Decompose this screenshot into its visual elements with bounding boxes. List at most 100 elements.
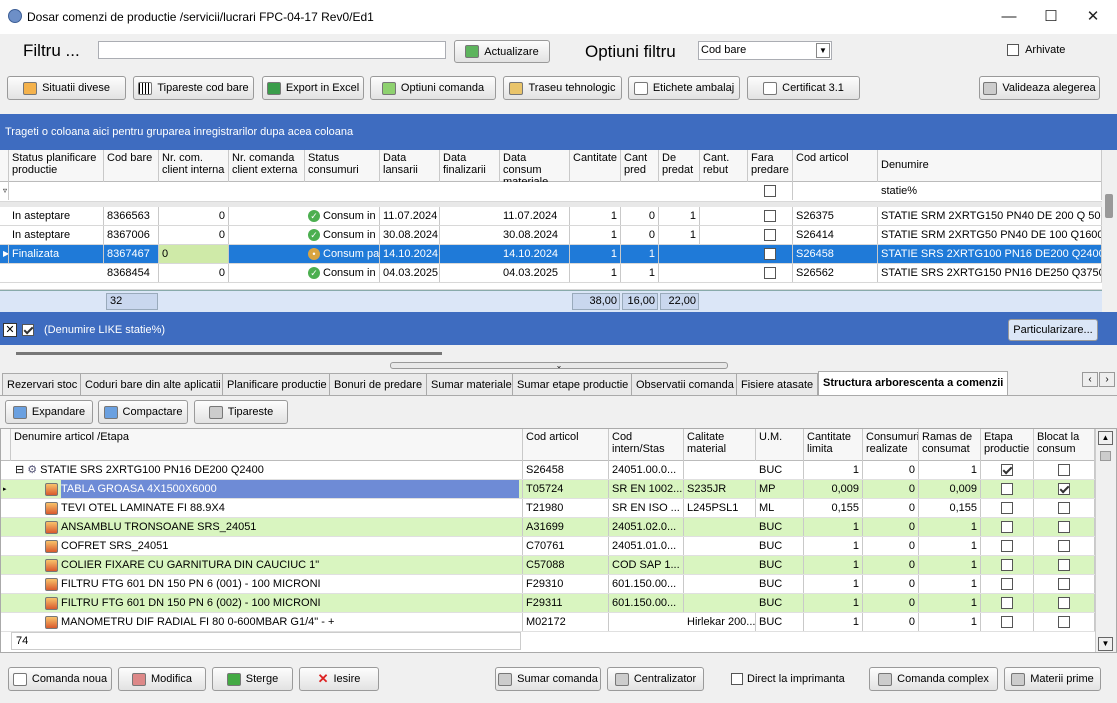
tree-row[interactable]: FILTRU FTG 601 DN 150 PN 6 (001) - 100 M… [1, 575, 1095, 594]
table-row-selected[interactable]: ▶ Finalizata 8367467 0 • Consum pa 14.10.… [0, 245, 1102, 264]
validate-button[interactable]: Valideaza alegerea [979, 76, 1100, 100]
export-excel-button[interactable]: Export in Excel [262, 76, 364, 100]
archived-check[interactable] [1007, 44, 1019, 57]
fara-predare-check[interactable] [764, 248, 776, 261]
col-header[interactable]: Cant. rebut [700, 150, 748, 182]
centralizer-button[interactable]: Centralizator [607, 667, 704, 691]
filter-enabled-check[interactable] [22, 324, 34, 337]
expand-button[interactable]: Expandare [5, 400, 93, 424]
blocat-check[interactable] [1058, 578, 1070, 591]
tree-row[interactable]: COLIER FIXARE CU GARNITURA DIN CAUCIUC 1… [1, 556, 1095, 575]
blocat-check[interactable] [1058, 464, 1070, 477]
tree-col-header[interactable]: Cod articol [523, 429, 609, 461]
col-header[interactable]: Status consumuri [305, 150, 380, 182]
tab-planificare[interactable]: Planificare productie [222, 373, 332, 395]
col-header[interactable]: Data lansarii [380, 150, 440, 182]
col-header[interactable]: Nr. comanda client externa [229, 150, 305, 182]
splitter-handle[interactable]: ⌄ [390, 362, 728, 370]
blocat-check[interactable] [1058, 540, 1070, 553]
clear-filter-icon[interactable]: ✕ [3, 323, 17, 337]
etapa-check[interactable] [1001, 616, 1013, 629]
tab-prev-icon[interactable]: ‹ [1082, 372, 1098, 387]
col-header[interactable]: Denumire [878, 150, 1102, 182]
tree-print-button[interactable]: Tipareste [194, 400, 288, 424]
scroll-up-icon[interactable]: ▲ [1098, 431, 1113, 445]
tree-col-header[interactable]: Calitate material [684, 429, 756, 461]
scroll-thumb[interactable] [1105, 194, 1113, 218]
col-header[interactable]: Cod articol [793, 150, 878, 182]
col-header[interactable]: Nr. com. client interna [159, 150, 229, 182]
tree-scrollbar[interactable]: ▲ ▼ [1095, 429, 1116, 652]
complex-order-button[interactable]: Comanda complex [869, 667, 998, 691]
tab-next-icon[interactable]: › [1099, 372, 1115, 387]
tree-row[interactable]: ANSAMBLU TRONSOANE SRS_24051 A31699 24051.… [1, 518, 1095, 537]
order-summary-button[interactable]: Sumar comanda [495, 667, 601, 691]
blocat-check[interactable] [1058, 559, 1070, 572]
modify-button[interactable]: Modifica [118, 667, 206, 691]
tab-observatii[interactable]: Observatii comanda [631, 373, 739, 395]
tree-col-header[interactable]: Etapa productie [981, 429, 1034, 461]
tab-coduri[interactable]: Coduri bare din alte aplicatii [80, 373, 226, 395]
exit-button[interactable]: ✕ Iesire [299, 667, 379, 691]
raw-materials-button[interactable]: Materii prime [1004, 667, 1101, 691]
filter-input[interactable] [98, 41, 446, 59]
tree-col-header[interactable]: Blocat la consum [1034, 429, 1095, 461]
tree-col-header[interactable]: Cantitate limita [804, 429, 863, 461]
table-row[interactable]: 8368454 0 ✓ Consum in 04.03.2025 04.03.20… [0, 264, 1102, 283]
table-row[interactable]: In asteptare 8367006 0 ✓ Consum in 30.08.… [0, 226, 1102, 245]
etapa-check[interactable] [1001, 502, 1013, 515]
close-button[interactable]: ✕ [1070, 4, 1116, 30]
tree-row[interactable]: TEVI OTEL LAMINATE FI 88.9X4 T21980 SR EN … [1, 499, 1095, 518]
direct-print-checkbox[interactable]: Direct la imprimanta [731, 673, 845, 686]
blocat-check[interactable] [1058, 483, 1070, 496]
blocat-check[interactable] [1058, 521, 1070, 534]
tree-col-header[interactable]: Cod intern/Stas [609, 429, 684, 461]
tree-col-header[interactable]: Denumire articol /Etapa [11, 429, 523, 461]
fara-predare-check[interactable] [764, 229, 776, 242]
etapa-check[interactable] [1001, 483, 1013, 496]
tab-fisiere[interactable]: Fisiere atasate [736, 373, 819, 395]
etapa-check[interactable] [1001, 559, 1013, 572]
chevron-down-icon[interactable]: ▼ [816, 43, 830, 58]
etapa-check[interactable] [1001, 578, 1013, 591]
fara-predare-check[interactable] [764, 210, 776, 223]
col-header[interactable]: De predat [659, 150, 700, 182]
etapa-check[interactable] [1001, 521, 1013, 534]
tree-row[interactable]: FILTRU FTG 601 DN 150 PN 6 (002) - 100 M… [1, 594, 1095, 613]
scroll-thumb[interactable] [1100, 451, 1111, 461]
archived-checkbox[interactable]: Arhivate [1007, 44, 1065, 57]
minimize-button[interactable]: — [986, 4, 1032, 30]
tab-rezervari[interactable]: Rezervari stoc [2, 373, 83, 395]
customize-button[interactable]: Particularizare... [1008, 319, 1098, 341]
tab-structura[interactable]: Structura arborescenta a comenzii [818, 371, 1009, 396]
tree-col-header[interactable]: U.M. [756, 429, 804, 461]
denumire-filter-input[interactable]: statie% [878, 182, 1102, 200]
col-header[interactable]: Cantitate [570, 150, 621, 182]
table-row[interactable]: In asteptare 8366563 0 ✓ Consum in 11.07.… [0, 207, 1102, 226]
etapa-check[interactable] [1001, 540, 1013, 553]
col-header[interactable]: Fara predare [748, 150, 793, 182]
etapa-check[interactable] [1001, 597, 1013, 610]
h-scrollbar[interactable] [16, 352, 442, 355]
tree-row[interactable]: COFRET SRS_24051 C70761 24051.01.0... BUC 1 0… [1, 537, 1095, 556]
col-header[interactable]: Cant pred [621, 150, 659, 182]
tab-sumar-etape[interactable]: Sumar etape productie [512, 373, 634, 395]
tree-row[interactable]: ⊟ ⚙ STATIE SRS 2XRTG100 PN16 DE200 Q2400 S2… [1, 461, 1095, 480]
etapa-check[interactable] [1001, 464, 1013, 477]
collapse-button[interactable]: Compactare [98, 400, 188, 424]
delete-button[interactable]: Sterge [212, 667, 293, 691]
new-order-button[interactable]: Comanda noua [8, 667, 112, 691]
order-options-button[interactable]: Optiuni comanda [370, 76, 496, 100]
filter-options-select[interactable]: Cod bare ▼ [698, 41, 832, 60]
col-header[interactable]: Cod bare [104, 150, 159, 182]
tree-col-header[interactable]: Ramas de consumat [919, 429, 981, 461]
nr-com-edit-input[interactable]: 0 [159, 245, 229, 263]
col-header[interactable]: Data finalizarii [440, 150, 500, 182]
tree-row[interactable]: MANOMETRU DIF RADIAL FI 80 0-600MBAR G1/… [1, 613, 1095, 632]
collapse-node-icon[interactable]: ⊟ [15, 464, 24, 476]
tree-col-header[interactable]: Consumuri realizate [863, 429, 919, 461]
fara-predare-filter-check[interactable] [764, 185, 776, 198]
situatii-button[interactable]: Situatii divese [7, 76, 126, 100]
tab-sumar-materiale[interactable]: Sumar materiale [426, 373, 517, 395]
blocat-check[interactable] [1058, 502, 1070, 515]
